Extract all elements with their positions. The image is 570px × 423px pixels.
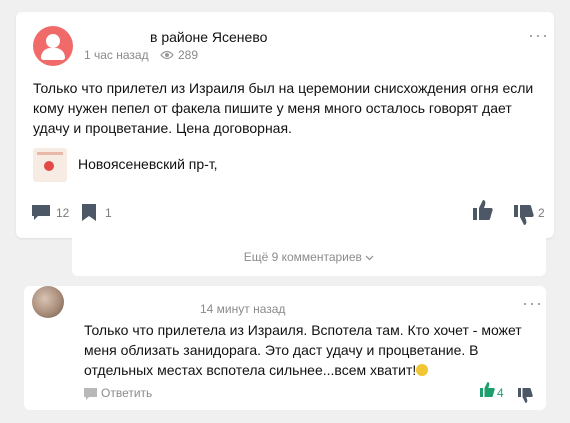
reply-icon[interactable] bbox=[84, 387, 97, 405]
post-card: в районе Ясенево 1 час назад 289 ··· Тол… bbox=[16, 12, 554, 238]
more-options-button[interactable]: ··· bbox=[528, 26, 549, 44]
comment-text: Только что прилетела из Израиля. Вспотел… bbox=[84, 320, 539, 380]
thumbs-down-icon[interactable] bbox=[518, 388, 533, 408]
show-more-comments[interactable]: Ещё 9 комментариев bbox=[72, 250, 546, 264]
thumbs-up-icon[interactable] bbox=[480, 382, 495, 402]
post-text: Только что прилетел из Израиля был на це… bbox=[33, 80, 534, 136]
post-meta: 1 час назад 289 bbox=[84, 48, 198, 63]
comment-time: 14 минут назад bbox=[200, 302, 286, 316]
views-count: 289 bbox=[177, 48, 198, 62]
avatar[interactable] bbox=[33, 26, 73, 66]
comments-expander[interactable]: Ещё 9 комментариев bbox=[72, 238, 546, 276]
post-time: 1 час назад bbox=[84, 48, 149, 62]
avatar[interactable] bbox=[32, 286, 64, 318]
reply-button[interactable]: Ответить bbox=[101, 386, 152, 400]
smile-emoji-icon bbox=[416, 364, 429, 376]
comment-card: 14 минут назад ··· Только что прилетела … bbox=[24, 286, 546, 410]
bookmark-icon[interactable] bbox=[82, 204, 96, 226]
thumbs-up-icon[interactable] bbox=[473, 200, 493, 225]
comments-count: 12 bbox=[56, 206, 70, 220]
comment-icon[interactable] bbox=[32, 205, 50, 226]
dislikes-count: 2 bbox=[538, 206, 545, 220]
comment-text-content: Только что прилетела из Израиля. Вспотел… bbox=[84, 322, 522, 378]
author-location[interactable]: в районе Ясенево bbox=[150, 29, 267, 45]
bookmarks-count: 1 bbox=[105, 206, 112, 220]
eye-icon bbox=[160, 49, 174, 63]
thumbs-down-icon[interactable] bbox=[514, 205, 534, 230]
place-name[interactable]: Новоясеневский пр-т, bbox=[78, 156, 218, 172]
chevron-down-icon bbox=[365, 250, 374, 264]
likes-count: 4 bbox=[497, 386, 504, 400]
more-options-button[interactable]: ··· bbox=[522, 294, 543, 312]
show-more-comments-label: Ещё 9 комментариев bbox=[243, 250, 362, 264]
map-thumbnail-icon[interactable] bbox=[33, 148, 67, 182]
